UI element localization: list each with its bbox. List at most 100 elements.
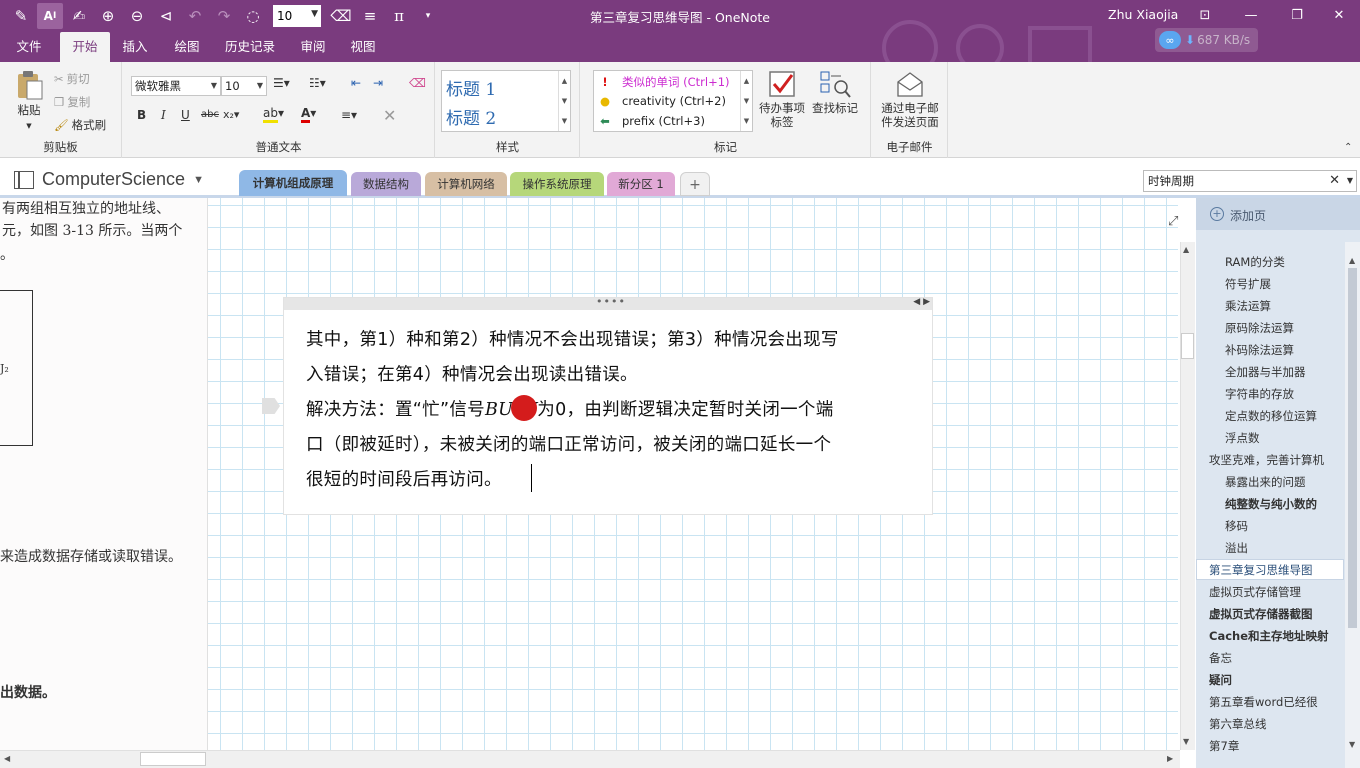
tab-review[interactable]: 审阅 [292,32,334,62]
scroll-down-icon[interactable]: ▼ [1349,740,1355,749]
page-item[interactable]: 定点数的移位运算 [1225,408,1317,424]
close-icon[interactable]: ✕ [1316,0,1360,30]
lines-icon[interactable]: ≡ [357,3,383,29]
styles-scrollbar[interactable]: ▲ ▼ ▼ [558,71,570,131]
style-heading-1[interactable]: 标题 1 [446,75,496,100]
page-item[interactable]: 攻坚克难，完善计算机 [1209,452,1324,468]
scroll-up-icon[interactable]: ▲ [1183,245,1189,254]
underline-button[interactable]: U [181,108,190,122]
font-size-combo[interactable]: 10 ▼ [273,5,321,27]
page-item[interactable]: 补码除法运算 [1225,342,1294,358]
tab-home[interactable]: 开始 [60,32,110,62]
scroll-right-icon[interactable]: ▶ [1167,754,1173,763]
tab-draw[interactable]: 绘图 [166,32,208,62]
vertical-scroll-thumb[interactable] [1181,333,1194,359]
eraser-icon[interactable]: ⌫ [328,3,354,29]
subscript-button[interactable]: x₂▾ [223,108,239,121]
numbering-icon[interactable]: ☷▾ [309,76,326,90]
page-item[interactable]: 浮点数 [1225,430,1260,446]
zoom-out-icon[interactable]: ⊖ [124,3,150,29]
page-item[interactable]: 字符串的存放 [1225,386,1294,402]
page-item[interactable]: 移码 [1225,518,1248,534]
page-item[interactable]: 疑问 [1209,672,1232,688]
section-tab-organization[interactable]: 计算机组成原理 [239,170,347,196]
highlight-button[interactable]: ab▾ [263,106,284,123]
page-item[interactable]: 备忘 [1209,650,1232,666]
page-item[interactable]: 第7章 [1209,738,1239,754]
redo-icon[interactable]: ↷ [211,3,237,29]
page-item[interactable]: 第六章总线 [1209,716,1267,732]
ribbon-display-icon[interactable]: ⊡ [1182,0,1228,30]
italic-button[interactable]: I [161,108,166,122]
chevron-down-icon[interactable]: ▼ [1347,171,1353,191]
scroll-up-icon[interactable]: ▲ [1349,256,1355,265]
page-item[interactable]: 原码除法运算 [1225,320,1294,336]
page-item[interactable]: RAM的分类 [1225,254,1285,270]
delete-icon[interactable]: ✕ [383,106,396,125]
back-icon[interactable]: ⊲ [153,3,179,29]
scroll-down-icon[interactable]: ▼ [1183,737,1189,746]
note-container[interactable]: •••• ◀ ▶ 其中，第1）种和第2）种情况不会出现错误；第3）种情况会出现写… [283,295,933,515]
expand-icon[interactable]: ⤢ [1168,214,1178,229]
find-tags-button[interactable]: 查找标记 [808,70,862,115]
minimize-icon[interactable]: — [1228,0,1274,30]
section-tab-new-1[interactable]: 新分区 1 [607,172,675,196]
notebook-selector[interactable]: ComputerScience ▼ [14,169,204,190]
todo-tag-button[interactable]: 待办事项 标签 [756,70,808,129]
search-input[interactable]: 时钟周期 ✕ ▼ [1143,170,1357,192]
page-item[interactable]: 符号扩展 [1225,276,1271,292]
add-section-icon[interactable]: + [680,172,710,196]
section-tab-data-structure[interactable]: 数据结构 [351,172,421,196]
bold-button[interactable]: B [137,108,146,122]
style-heading-2[interactable]: 标题 2 [446,104,496,129]
page-item[interactable]: 虚拟页式存储管理 [1209,584,1301,600]
zoom-in-icon[interactable]: ⊕ [95,3,121,29]
scroll-left-icon[interactable]: ◀ [4,754,10,763]
cut-button[interactable]: ✂ 剪切 [54,71,90,87]
canvas-vertical-scrollbar[interactable] [1180,242,1195,750]
font-size-ribbon-combo[interactable]: 10 ▼ [221,76,267,96]
tag-item[interactable]: ● creativity (Ctrl+2) [598,94,726,108]
paste-button[interactable]: 粘贴 ▼ [8,70,50,133]
section-tab-os[interactable]: 操作系统原理 [510,172,604,196]
bullets-icon[interactable]: ☰▾ [273,76,290,90]
collapse-ribbon-icon[interactable]: ⌃ [1344,142,1352,153]
pi-icon[interactable]: π [386,3,412,29]
page-item[interactable]: 第五章看word已经很 [1209,694,1318,710]
tag-item[interactable]: ⬅ prefix (Ctrl+3) [598,114,705,128]
undo-icon[interactable]: ↶ [182,3,208,29]
pen-icon[interactable]: ✎ [8,3,34,29]
page-item[interactable]: 第三章复习思维导图 [1209,562,1313,578]
page-item[interactable]: 全加器与半加器 [1225,364,1306,380]
page-item[interactable]: 暴露出来的问题 [1225,474,1306,490]
page-item[interactable]: 溢出 [1225,540,1248,556]
tab-file[interactable]: 文件 [6,32,52,62]
increase-indent-icon[interactable]: ⇥ [373,76,383,90]
lasso-icon[interactable]: ◌ [240,3,266,29]
copy-button[interactable]: ❐ 复制 [54,94,90,110]
tab-view[interactable]: 视图 [342,32,384,62]
customize-qat-icon[interactable]: ▾ [415,3,441,29]
page-item[interactable]: 乘法运算 [1225,298,1271,314]
tab-insert[interactable]: 插入 [114,32,156,62]
font-color-button[interactable]: A▾ [301,106,316,123]
strikethrough-button[interactable]: abc [201,109,219,120]
align-icon[interactable]: ≡▾ [341,108,357,122]
tag-item[interactable]: ! 类似的单词 (Ctrl+1) [598,74,729,90]
email-page-button[interactable]: 通过电子邮 件发送页面 [876,70,944,129]
font-name-combo[interactable]: 微软雅黑 ▼ [131,76,221,96]
decrease-indent-icon[interactable]: ⇤ [351,76,361,90]
format-painter-button[interactable]: 🖌 格式刷 [54,117,106,133]
page-list-scroll-thumb[interactable] [1348,268,1357,628]
clear-format-icon[interactable]: ⌫ [409,76,426,90]
clear-search-icon[interactable]: ✕ [1329,171,1340,191]
page-item[interactable]: Cache和主存地址映射 [1209,628,1329,644]
tab-history[interactable]: 历史记录 [218,32,282,62]
tags-scrollbar[interactable]: ▲ ▼ ▼ [740,71,752,131]
add-page-button[interactable]: + 添加页 [1196,198,1360,230]
restore-icon[interactable]: ❐ [1274,0,1320,30]
horizontal-scroll-thumb[interactable] [140,752,206,766]
section-tab-network[interactable]: 计算机网络 [425,172,507,196]
page-item[interactable]: 纯整数与纯小数的 [1225,496,1317,512]
text-select-icon[interactable]: AI [37,3,63,29]
